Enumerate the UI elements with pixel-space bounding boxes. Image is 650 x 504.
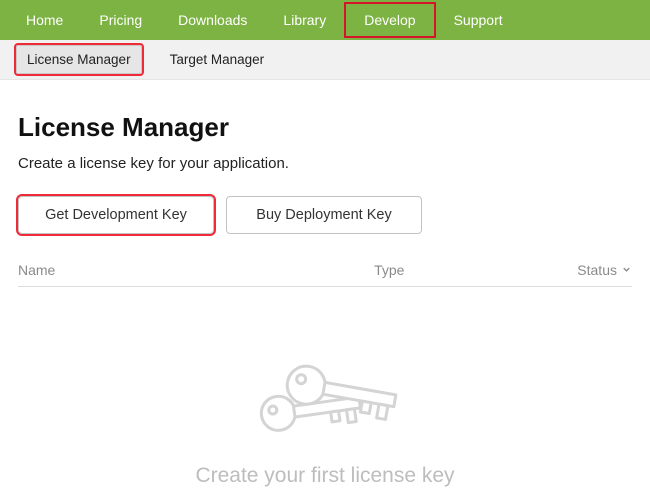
nav-library[interactable]: Library xyxy=(265,0,344,40)
page-title: License Manager xyxy=(18,112,632,143)
col-name: Name xyxy=(18,262,374,278)
buy-deployment-key-button[interactable]: Buy Deployment Key xyxy=(226,196,422,234)
tab-target-manager[interactable]: Target Manager xyxy=(160,46,275,73)
keys-icon xyxy=(240,354,410,454)
content: License Manager Create a license key for… xyxy=(0,80,650,287)
col-status[interactable]: Status xyxy=(528,262,632,278)
page-subtitle: Create a license key for your applicatio… xyxy=(18,155,632,172)
col-type: Type xyxy=(374,262,528,278)
sub-nav: License Manager Target Manager xyxy=(0,40,650,80)
empty-state-text: Create your first license key xyxy=(0,464,650,488)
tab-license-manager[interactable]: License Manager xyxy=(16,45,142,74)
nav-home[interactable]: Home xyxy=(8,0,81,40)
get-development-key-button[interactable]: Get Development Key xyxy=(18,196,214,234)
nav-support[interactable]: Support xyxy=(436,0,521,40)
nav-develop[interactable]: Develop xyxy=(344,2,435,38)
nav-pricing[interactable]: Pricing xyxy=(81,0,160,40)
col-status-label: Status xyxy=(577,262,617,278)
nav-downloads[interactable]: Downloads xyxy=(160,0,265,40)
table-header: Name Type Status xyxy=(18,262,632,287)
chevron-down-icon xyxy=(621,262,632,278)
empty-state: Create your first license key xyxy=(0,354,650,504)
top-nav: Home Pricing Downloads Library Develop S… xyxy=(0,0,650,40)
button-row: Get Development Key Buy Deployment Key xyxy=(18,196,632,234)
